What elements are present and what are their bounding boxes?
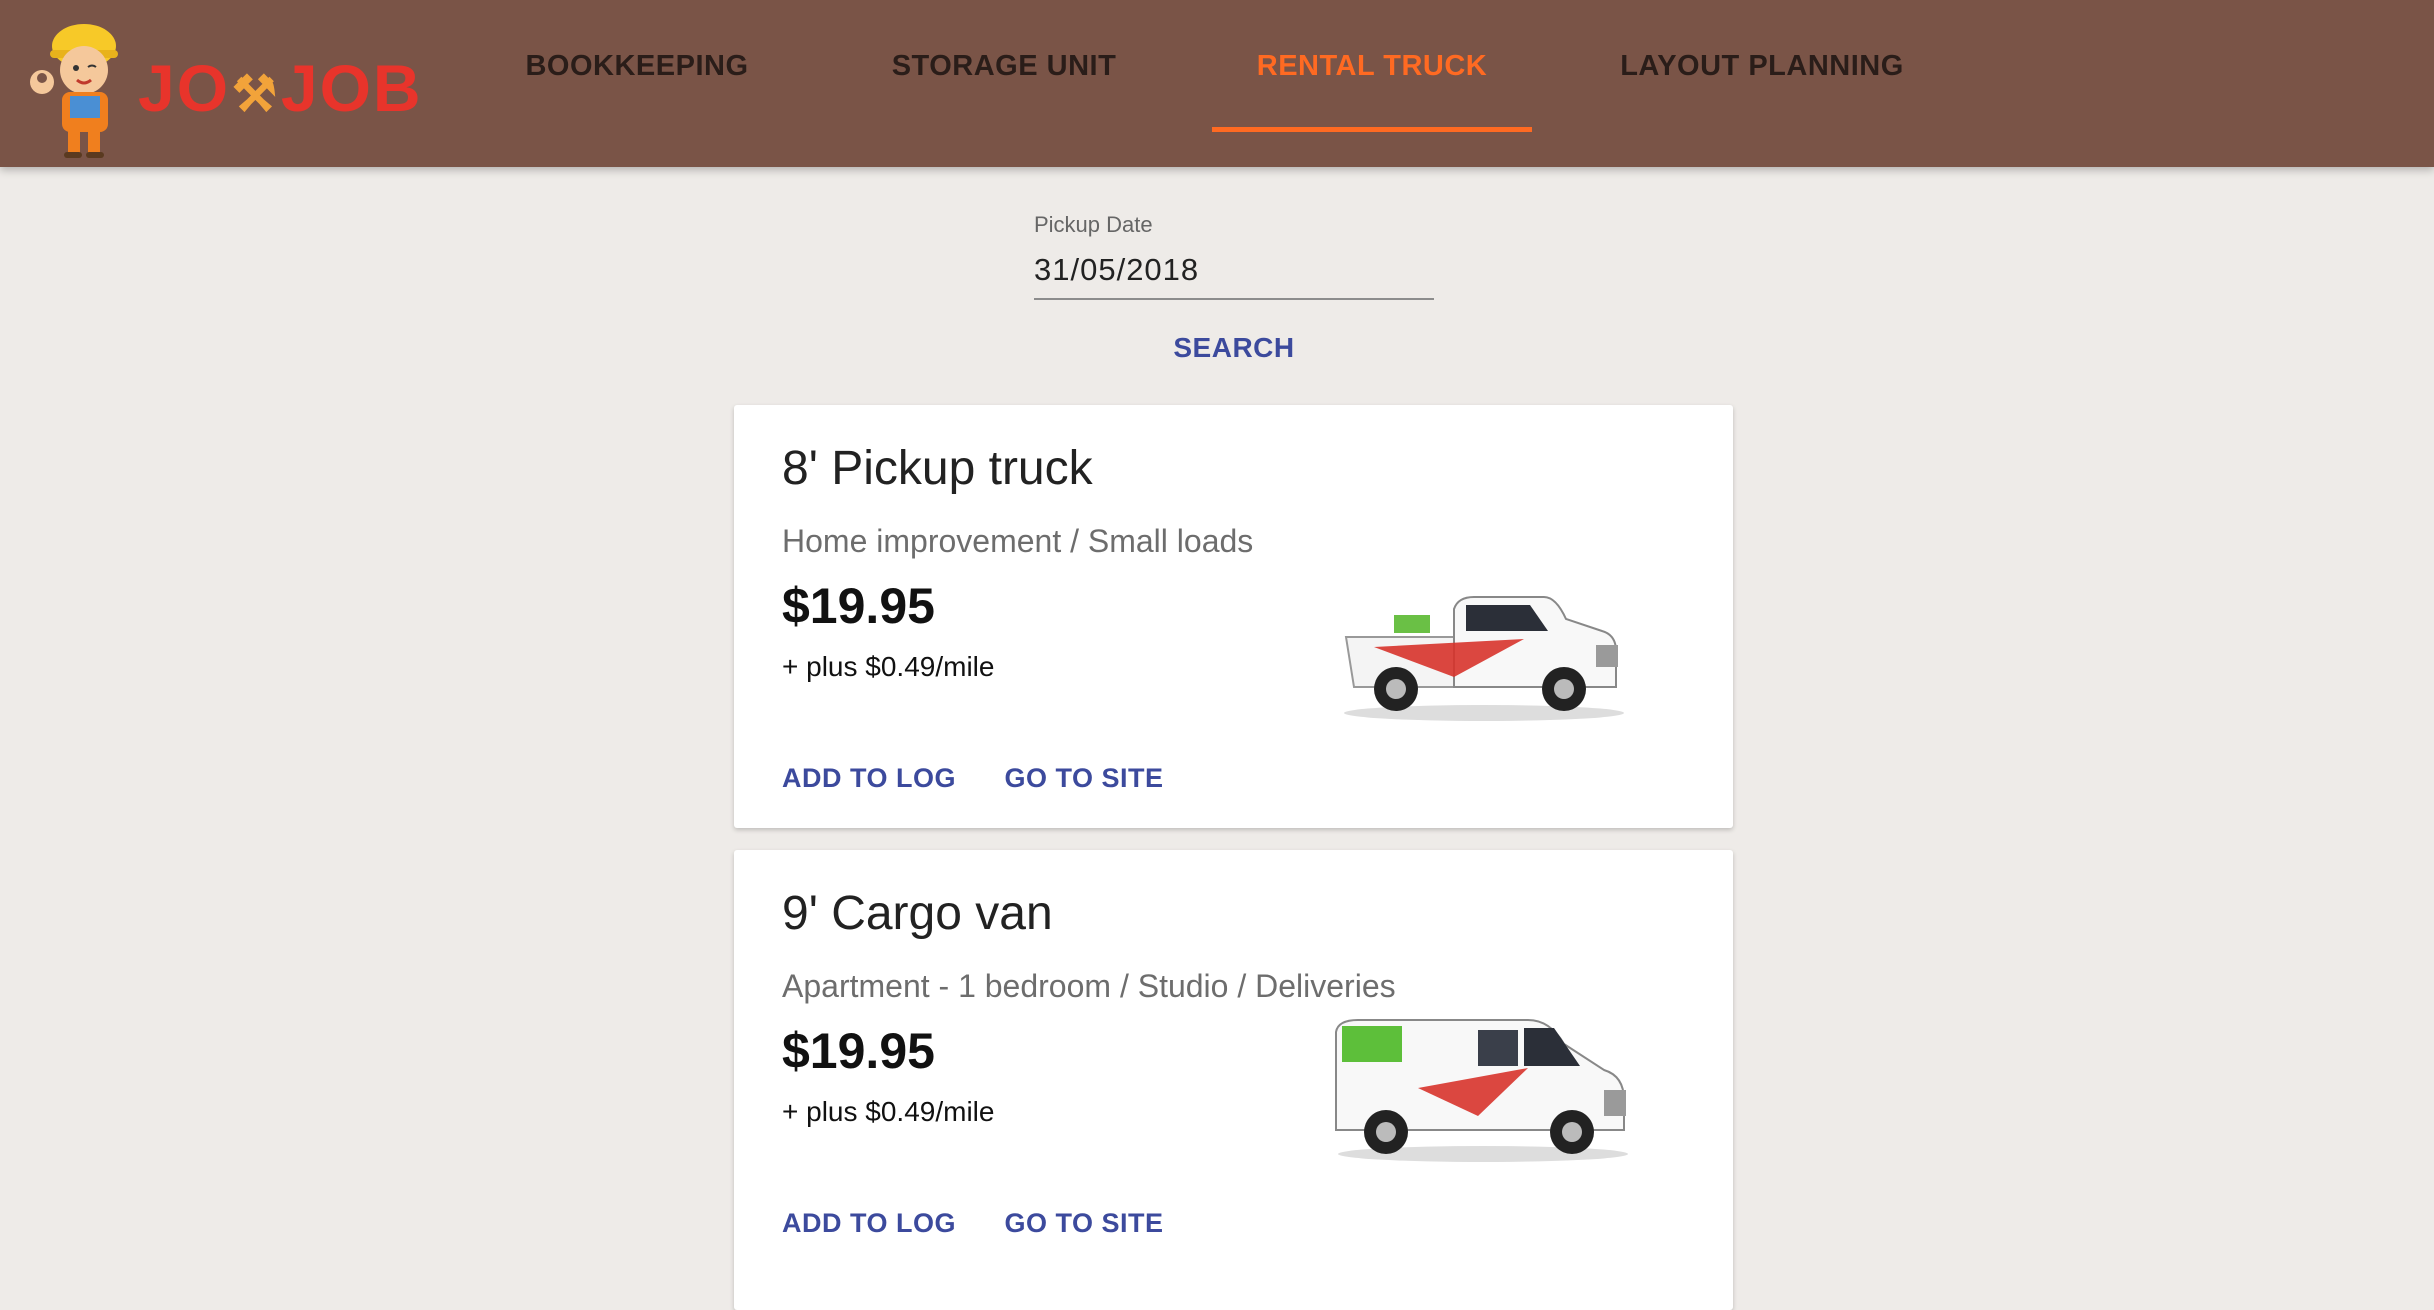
go-to-site-button[interactable]: GO TO SITE (1004, 763, 1163, 794)
logo-text-left: JO (138, 51, 231, 125)
vehicle-card: 9' Cargo van Apartment - 1 bedroom / Stu… (734, 850, 1733, 1310)
vehicle-price: $19.95 (782, 1023, 935, 1079)
go-to-site-button[interactable]: GO TO SITE (1004, 1208, 1163, 1239)
pickup-date-field: Pickup Date (1034, 212, 1434, 300)
vehicle-subtitle: Home improvement / Small loads (782, 523, 1254, 559)
tab-rental-truck[interactable]: RENTAL TRUCK (1212, 0, 1532, 132)
vehicle-title: 8' Pickup truck (782, 442, 1093, 495)
tab-label: RENTAL TRUCK (1256, 49, 1488, 82)
tab-label: LAYOUT PLANNING (1620, 49, 1904, 82)
logo-text-right: JOB (280, 51, 423, 125)
hammer-wrench-icon: ⚒ (232, 66, 279, 122)
cargo-van-image (1335, 1019, 1628, 1162)
top-app-bar: JO⚒JOB BOOKKEEPING STORAGE UNIT RENTAL T… (0, 0, 2434, 167)
add-to-log-button[interactable]: ADD TO LOG (782, 763, 956, 794)
card-actions: ADD TO LOG GO TO SITE (782, 763, 1208, 794)
pickup-date-input[interactable] (1034, 248, 1434, 300)
pickup-truck-image (1344, 596, 1624, 721)
vehicle-price: $19.95 (782, 578, 935, 634)
tab-bookkeeping[interactable]: BOOKKEEPING (520, 0, 754, 132)
worker-mascot-icon (30, 24, 118, 158)
tab-layout-planning[interactable]: LAYOUT PLANNING (1615, 0, 1909, 132)
logo-text: JO⚒JOB (138, 50, 423, 126)
vehicle-card: 8' Pickup truck Home improvement / Small… (734, 405, 1733, 828)
pickup-date-label: Pickup Date (1034, 212, 1153, 237)
tab-label: BOOKKEEPING (525, 49, 749, 82)
add-to-log-button[interactable]: ADD TO LOG (782, 1208, 956, 1239)
vehicle-subtitle: Apartment - 1 bedroom / Studio / Deliver… (782, 968, 1396, 1004)
vehicle-mileage-rate: + plus $0.49/mile (782, 1096, 995, 1127)
vehicle-mileage-rate: + plus $0.49/mile (782, 651, 995, 682)
active-tab-indicator (1212, 127, 1532, 132)
tab-label: STORAGE UNIT (891, 49, 1117, 82)
tab-storage-unit[interactable]: STORAGE UNIT (887, 0, 1121, 132)
search-button[interactable]: SEARCH (1134, 326, 1334, 370)
app-logo[interactable]: JO⚒JOB (22, 12, 421, 160)
card-actions: ADD TO LOG GO TO SITE (782, 1208, 1208, 1239)
vehicle-title: 9' Cargo van (782, 887, 1053, 940)
